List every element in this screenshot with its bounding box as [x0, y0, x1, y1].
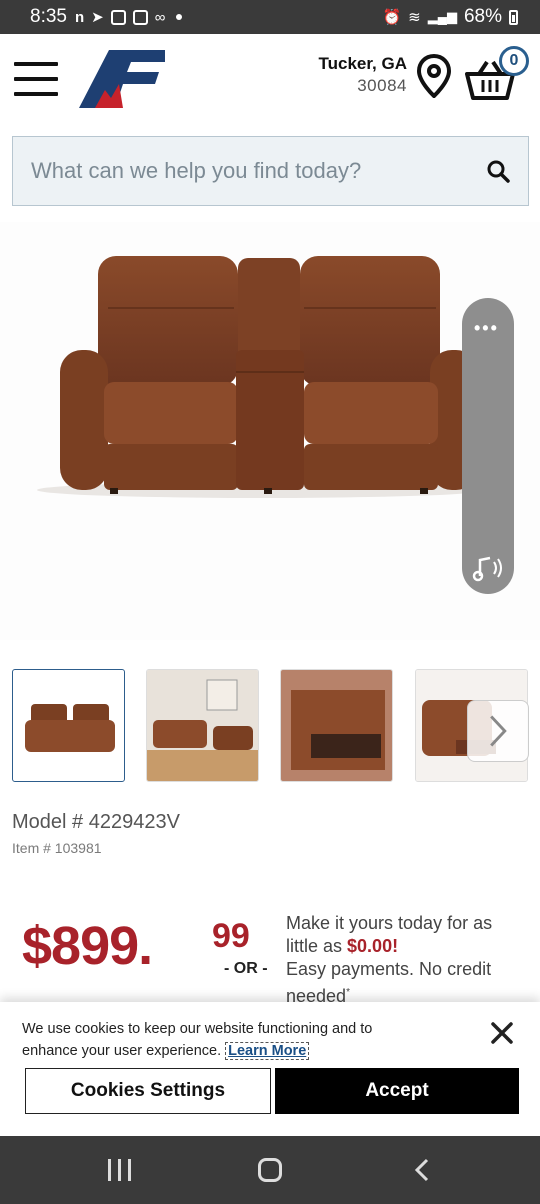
loveseat-image [37, 256, 487, 498]
location-pin-icon[interactable] [416, 54, 452, 98]
status-time: 8:35 [30, 6, 67, 27]
back-icon[interactable] [412, 1158, 432, 1182]
menu-button[interactable] [14, 60, 60, 98]
store-city: Tucker, GA [318, 54, 408, 73]
instagram-icon [110, 9, 126, 25]
cookie-text: We use cookies to keep our website funct… [22, 1021, 373, 1059]
footnote-mark: * [346, 987, 350, 998]
accept-cookies-button[interactable]: Accept [275, 1068, 519, 1114]
system-nav-bar [0, 1136, 540, 1204]
more-options-icon[interactable]: ••• [474, 318, 499, 339]
recents-icon[interactable] [108, 1159, 134, 1181]
battery-icon [509, 9, 518, 25]
financing-amount: $0.00! [347, 936, 399, 956]
cookie-banner: We use cookies to keep our website funct… [0, 1002, 540, 1136]
battery-percent: 68% [463, 6, 502, 27]
voicemail-icon: ∞ [154, 8, 166, 26]
site-header: Tucker, GA 30084 0 [0, 34, 540, 222]
financing-line-1: Make it yours today for as [286, 913, 493, 933]
product-price: $899. 99 [22, 915, 250, 977]
thumbnail-2[interactable] [146, 669, 259, 782]
image-thumbnails [12, 669, 529, 783]
cookie-message: We use cookies to keep our website funct… [22, 1018, 432, 1062]
item-number: Item # 103981 [12, 840, 102, 856]
signal-icon: ▂▄▆ [427, 9, 457, 24]
financing-line-2: little as $0.00! [286, 935, 526, 958]
cart-count-badge[interactable]: 0 [499, 46, 529, 76]
search-bar [12, 136, 529, 206]
wifi-icon: ≋ [408, 9, 421, 26]
or-divider: - OR - [224, 960, 268, 977]
netflix-icon: n [74, 8, 85, 26]
music-recognition-icon[interactable] [472, 554, 506, 584]
home-icon[interactable] [258, 1158, 282, 1182]
alarm-icon: ⏰ [382, 9, 402, 26]
financing-prefix: little as [286, 936, 348, 956]
model-number: Model # 4229423V [12, 811, 180, 833]
close-icon[interactable] [490, 1021, 514, 1045]
price-dollars: $899. [22, 916, 153, 976]
thumbnail-1[interactable] [12, 669, 125, 782]
price-cents: 99 [212, 917, 250, 955]
status-bar: 8:35 n ➤ ∞ ⏰ ≋ ▂▄▆ 68% [0, 0, 540, 34]
more-notifications-icon [176, 14, 183, 20]
learn-more-link[interactable]: Learn More [225, 1042, 310, 1060]
chevron-right-icon[interactable] [467, 700, 529, 762]
brand-logo[interactable] [79, 50, 165, 108]
notes-icon [132, 9, 148, 25]
financing-offer: Make it yours today for as little as $0.… [286, 912, 526, 1008]
telegram-icon: ➤ [91, 9, 104, 26]
thumbnail-3[interactable] [280, 669, 393, 782]
financing-line-3: Easy payments. No credit [286, 959, 492, 979]
edge-panel-handle[interactable]: ••• [462, 298, 514, 594]
store-location[interactable]: Tucker, GA 30084 [319, 54, 408, 96]
cookies-settings-button[interactable]: Cookies Settings [25, 1068, 271, 1114]
product-main-image[interactable] [0, 222, 540, 640]
search-icon[interactable] [486, 159, 510, 183]
store-zip: 30084 [357, 76, 407, 95]
notification-icons: n ➤ ∞ [74, 8, 183, 26]
search-input[interactable] [31, 158, 486, 184]
